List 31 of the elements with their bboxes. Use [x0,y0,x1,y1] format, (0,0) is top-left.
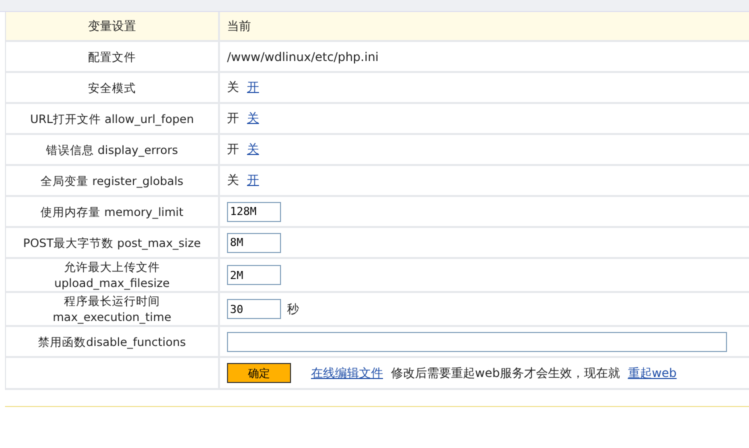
restart-link[interactable]: 重起web [628,364,677,382]
input-field[interactable]: 128M [227,202,281,222]
setting-label: 使用内存量 memory_limit [40,204,184,220]
setting-label: 配置文件 [88,48,136,64]
toggle-link[interactable]: 开 [247,79,259,96]
setting-value: 开 [227,141,239,158]
setting-label: 错误信息 display_errors [46,142,178,158]
column-header: 当前 [227,18,251,34]
setting-label: POST最大字节数 post_max_size [23,234,201,250]
input-field[interactable] [227,332,727,352]
setting-value: 关 [227,79,239,96]
setting-value: /www/wdlinux/etc/php.ini [227,50,379,64]
unit-label: 秒 [287,300,299,318]
column-header: 变量设置 [88,18,136,34]
setting-value: 关 [227,172,239,189]
confirm-button[interactable]: 确定 [227,363,291,383]
input-field[interactable]: 8M [227,232,281,252]
setting-value: 开 [227,110,239,127]
edit-file-link[interactable]: 在线编辑文件 [311,364,383,382]
setting-label: 禁用函数disable_functions [38,334,186,350]
setting-label: 安全模式 [88,80,136,96]
input-field[interactable]: 30 [227,299,281,319]
setting-label: 程序最长运行时间 max_execution_time [52,293,172,325]
setting-label: 允许最大上传文件 upload_max_filesize [53,259,171,291]
toggle-link[interactable]: 开 [247,172,259,189]
restart-note: 修改后需要重起web服务才会生效，现在就 [391,364,620,382]
toggle-link[interactable]: 关 [247,110,259,127]
input-field[interactable]: 2M [227,265,281,285]
setting-label: URL打开文件 allow_url_fopen [30,110,194,126]
toggle-link[interactable]: 关 [247,141,259,158]
setting-label: 全局变量 register_globals [40,172,184,188]
